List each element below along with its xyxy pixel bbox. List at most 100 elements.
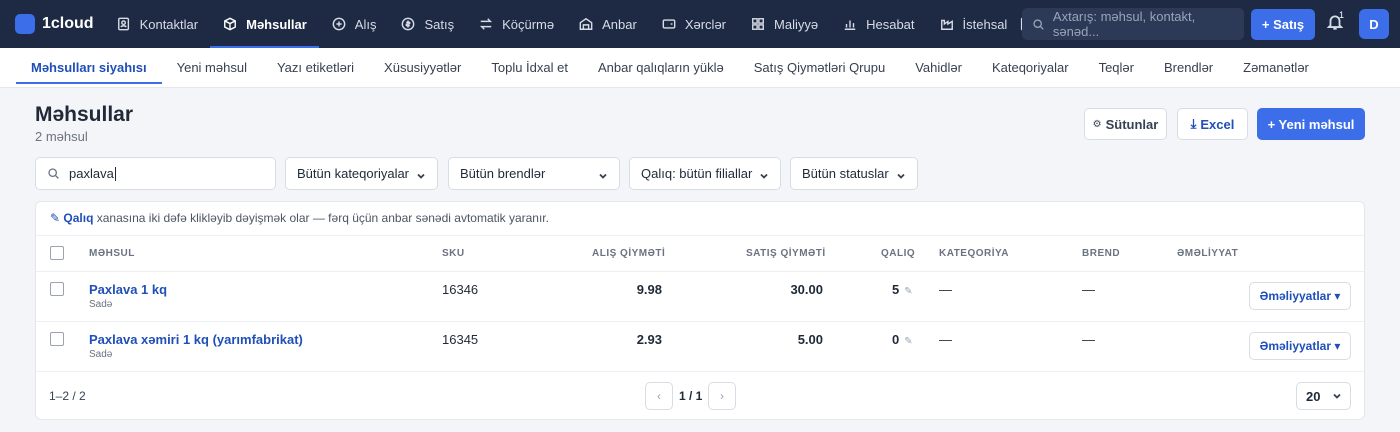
subnav-units[interactable]: Vahidlər <box>900 48 977 88</box>
nav-label: Satış <box>424 16 455 32</box>
stock-cell[interactable]: 5 ✎ <box>892 282 913 297</box>
product-brand: — <box>1082 282 1095 297</box>
columns-button[interactable]: ⚙ Sütunlar <box>1084 108 1167 140</box>
sale-price: 5.00 <box>797 332 823 347</box>
excel-export-button[interactable]: ⤓ Excel <box>1177 108 1248 140</box>
nav-item-sales[interactable]: Satış <box>388 0 466 48</box>
contacts-icon <box>116 16 132 32</box>
row-checkbox[interactable] <box>50 282 64 296</box>
col-category[interactable]: KATEQORİYA <box>939 248 1009 259</box>
row-checkbox[interactable] <box>50 332 64 346</box>
excel-label: Excel <box>1200 116 1235 132</box>
logo[interactable]: 1cloud <box>15 14 94 34</box>
products-table-card: ✎ Qalıq xanasına iki dəfə klikləyib dəyi… <box>35 201 1365 420</box>
subnav-price-groups[interactable]: Satış Qiymətləri Qrupu <box>739 48 901 88</box>
chevron-down-icon <box>759 169 769 179</box>
sale-price: 30.00 <box>790 282 823 297</box>
brand-filter[interactable]: Bütün brendlər <box>448 157 620 190</box>
nav-item-products[interactable]: Məhsullar <box>210 0 319 48</box>
next-page-button[interactable]: › <box>708 382 736 410</box>
nav-label: Köçürmə <box>502 16 555 32</box>
product-count: 2 məhsul <box>35 129 88 144</box>
search-value: paxlava <box>69 166 114 181</box>
pencil-icon: ✎ <box>904 286 913 297</box>
download-icon: ⤓ <box>1190 116 1197 131</box>
chevron-right-icon: › <box>720 389 724 403</box>
status-filter-value: Bütün statuslar <box>802 166 889 181</box>
col-sku[interactable]: SKU <box>442 248 465 259</box>
stock-filter[interactable]: Qalıq: bütün filiallar <box>629 157 781 190</box>
notification-count: 1 <box>1339 10 1345 20</box>
nav-item-expenses[interactable]: Xərclər <box>649 0 738 48</box>
nav-item-transfer[interactable]: Köçürmə <box>466 0 566 48</box>
prev-page-button[interactable]: ‹ <box>645 382 673 410</box>
subnav-stock-upload[interactable]: Anbar qalıqların yüklə <box>583 48 739 88</box>
col-actions: ƏMƏLİYYAT <box>1177 248 1239 259</box>
nav-label: Maliyyə <box>774 16 819 32</box>
chevron-down-icon <box>416 169 426 179</box>
subnav-bulk-import[interactable]: Toplu İdxal et <box>476 48 583 88</box>
per-page-select[interactable]: 20 <box>1296 382 1351 410</box>
transfer-icon <box>478 16 494 32</box>
user-avatar[interactable]: D <box>1359 9 1389 39</box>
global-search-input[interactable]: Axtarış: məhsul, kontakt, sənəd... <box>1022 8 1244 40</box>
status-filter[interactable]: Bütün statuslar <box>790 157 918 190</box>
new-sale-button[interactable]: + Satış <box>1251 9 1315 40</box>
nav-label: Hesabat <box>866 16 915 32</box>
grid-icon <box>750 16 766 32</box>
actions-dropdown[interactable]: Əməliyyatlar ▾ <box>1249 282 1351 310</box>
actions-dropdown[interactable]: Əməliyyatlar ▾ <box>1249 332 1351 360</box>
warehouse-icon <box>578 16 594 32</box>
subnav-brands[interactable]: Brendlər <box>1149 48 1228 88</box>
col-brand[interactable]: BREND <box>1082 248 1120 259</box>
stock-cell[interactable]: 0 ✎ <box>892 332 913 347</box>
product-name-link[interactable]: Paxlava 1 kq <box>89 282 167 297</box>
columns-label: Sütunlar <box>1105 116 1159 132</box>
search-icon <box>48 168 59 179</box>
purchase-price: 2.93 <box>636 332 662 347</box>
search-placeholder: Axtarış: məhsul, kontakt, sənəd... <box>1052 9 1196 39</box>
chevron-down-icon <box>1333 393 1342 399</box>
nav-label: İstehsal <box>962 16 1008 32</box>
nav-item-finance[interactable]: Maliyyə <box>738 0 830 48</box>
col-sale-price[interactable]: SATIŞ QİYMƏTİ <box>746 248 826 259</box>
nav-label: Alış <box>354 16 377 32</box>
pencil-icon: ✎ <box>904 336 913 347</box>
col-product[interactable]: MƏHSUL <box>89 248 135 259</box>
category-filter[interactable]: Bütün kateqoriyalar <box>285 157 438 190</box>
col-purchase-price[interactable]: ALIŞ QİYMƏTİ <box>592 248 665 259</box>
stock-value: 0 <box>892 332 900 347</box>
subnav-product-list[interactable]: Məhsulları siyahısı <box>16 48 162 88</box>
subnav-new-product[interactable]: Yeni məhsul <box>162 48 262 88</box>
product-sku: 16345 <box>442 332 479 347</box>
col-stock[interactable]: QALIQ <box>881 248 915 259</box>
chevron-left-icon: ‹ <box>657 389 661 403</box>
nav-item-production[interactable]: İstehsal <box>927 0 1020 48</box>
bar-chart-icon <box>842 16 858 32</box>
nav-item-reports[interactable]: Hesabat <box>830 0 926 48</box>
notifications-button[interactable]: 1 <box>1326 10 1346 35</box>
subnav-tags[interactable]: Teqlər <box>1084 48 1149 88</box>
table-row[interactable]: Paxlava xəmiri 1 kq (yarımfabrikat) Sadə… <box>36 322 1364 372</box>
product-name-link[interactable]: Paxlava xəmiri 1 kq (yarımfabrikat) <box>89 332 303 347</box>
nav-item-purchase[interactable]: Alış <box>319 0 389 48</box>
factory-icon <box>939 16 955 32</box>
product-brand: — <box>1082 332 1095 347</box>
page-title: Məhsullar <box>35 103 134 126</box>
new-product-button[interactable]: + Yeni məhsul <box>1257 108 1365 140</box>
subnav-labels[interactable]: Yazı etiketləri <box>262 48 369 88</box>
product-category: — <box>939 282 952 297</box>
product-search-input[interactable]: paxlava <box>35 157 276 190</box>
table-row[interactable]: Paxlava 1 kq Sadə 16346 9.98 30.00 5 ✎ — … <box>36 272 1364 322</box>
subnav-attributes[interactable]: Xüsusiyyətlər <box>369 48 476 88</box>
select-all-checkbox[interactable] <box>50 246 64 260</box>
subnav-warranties[interactable]: Zəmanətlər <box>1228 48 1324 88</box>
chevron-down-icon <box>598 169 608 179</box>
plus-circle-icon <box>331 16 347 32</box>
subnav-categories[interactable]: Kateqoriyalar <box>977 48 1084 88</box>
search-icon <box>1033 18 1044 30</box>
box-icon <box>222 16 238 32</box>
nav-item-warehouse[interactable]: Anbar <box>566 0 649 48</box>
nav-label: Anbar <box>602 16 637 32</box>
nav-item-contacts[interactable]: Kontaktlar <box>104 0 211 48</box>
